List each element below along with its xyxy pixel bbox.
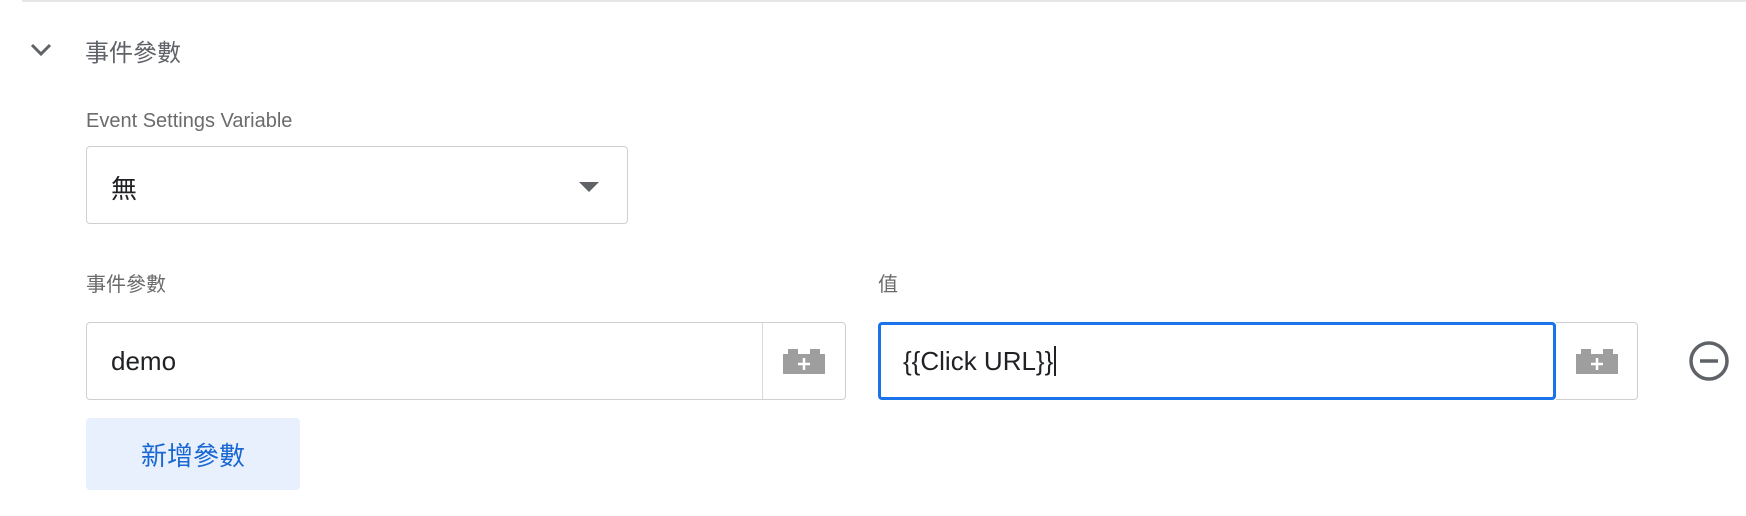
param-name-input[interactable] (87, 323, 762, 399)
section-title: 事件參數 (85, 39, 181, 67)
insert-variable-button[interactable] (762, 323, 845, 399)
chevron-down-icon[interactable] (28, 37, 54, 63)
settings-variable-value: 無 (111, 174, 138, 204)
add-param-button[interactable]: 新增參數 (86, 418, 300, 490)
insert-variable-button[interactable] (1556, 322, 1638, 400)
minus-circle-icon (1689, 341, 1729, 381)
section-divider (22, 0, 1746, 2)
settings-variable-select[interactable]: 無 (86, 146, 628, 224)
text-caret (1054, 346, 1057, 376)
param-value-field: {{Click URL}} (878, 322, 1556, 400)
param-name-field (86, 322, 846, 400)
section-header[interactable]: 事件參數 (28, 30, 181, 70)
remove-param-button[interactable] (1688, 340, 1730, 382)
param-value-column-label: 值 (878, 274, 898, 296)
dropdown-arrow-icon (579, 182, 599, 192)
settings-variable-label: Event Settings Variable (86, 110, 293, 132)
variable-lego-plus-icon (1575, 349, 1618, 374)
variable-lego-plus-icon (783, 349, 825, 374)
param-value-input[interactable]: {{Click URL}} (903, 346, 1053, 377)
param-name-column-label: 事件參數 (86, 274, 166, 296)
